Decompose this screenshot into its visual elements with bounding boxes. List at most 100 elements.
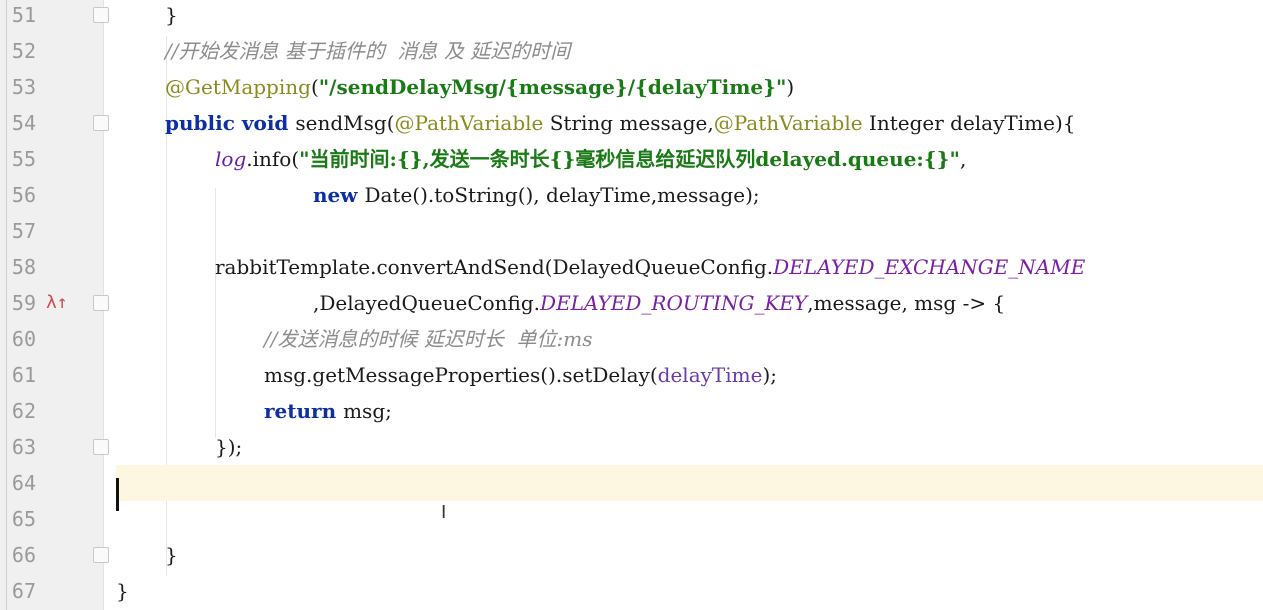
code-line[interactable]: 67}	[0, 573, 1263, 609]
code-line-content[interactable]: });	[116, 429, 1263, 465]
code-line-content[interactable]: rabbitTemplate.convertAndSend(DelayedQue…	[116, 249, 1263, 285]
code-line-content[interactable]: }	[116, 573, 1263, 609]
code-token: sendMsg(	[295, 111, 395, 135]
code-text: ,DelayedQueueConfig.DELAYED_ROUTING_KEY,…	[313, 285, 1005, 321]
code-line[interactable]: 66}	[0, 537, 1263, 573]
line-number: 52	[11, 39, 36, 63]
code-line-content[interactable]: //开始发消息 基于插件的 消息 及 延迟的时间	[116, 33, 1263, 69]
code-text: @GetMapping("/sendDelayMsg/{message}/{de…	[165, 69, 794, 105]
code-token: log	[215, 147, 247, 171]
mouse-ibeam-cursor-icon: I	[441, 502, 447, 523]
code-token: )	[786, 75, 795, 99]
code-text: }	[116, 573, 129, 609]
code-line[interactable]: 51}	[0, 0, 1263, 33]
code-text: new Date().toString(), delayTime,message…	[313, 177, 760, 213]
code-editor[interactable]: 51} 52 //开始发消息 基于插件的 消息 及 延迟的时间 53 @GetMappi…	[0, 0, 1263, 610]
code-token: @PathVariable	[713, 111, 863, 135]
code-token: delayTime	[657, 363, 763, 387]
code-line-content[interactable]: new Date().toString(), delayTime,message…	[116, 177, 1263, 213]
code-token: DELAYED_ROUTING_KEY	[540, 291, 808, 315]
line-number: 51	[11, 3, 36, 27]
line-number: 64	[11, 471, 36, 495]
fold-toggle-icon[interactable]	[93, 439, 109, 455]
code-line[interactable]: 62 return msg;	[0, 393, 1263, 429]
code-token: "当前时间:{},发送一条时长{}毫秒信息给延迟队列delayed.queue:…	[299, 147, 960, 171]
code-line[interactable]: 65	[0, 501, 1263, 537]
code-line-content[interactable]: log.info("当前时间:{},发送一条时长{}毫秒信息给延迟队列delay…	[116, 141, 1263, 177]
code-token: .info(	[246, 147, 300, 171]
line-number: 60	[11, 327, 36, 351]
line-number: 67	[11, 579, 36, 603]
code-token: public	[165, 111, 242, 135]
code-token: void	[241, 111, 296, 135]
code-line-content[interactable]: }	[116, 0, 1263, 33]
fold-toggle-icon[interactable]	[93, 7, 109, 23]
line-number: 57	[11, 219, 36, 243]
code-line[interactable]: 54 public void sendMsg(@PathVariable Stri…	[0, 105, 1263, 141]
code-token: }	[165, 543, 178, 567]
fold-toggle-icon[interactable]	[93, 295, 109, 311]
code-text: log.info("当前时间:{},发送一条时长{}毫秒信息给延迟队列delay…	[215, 141, 966, 177]
code-line[interactable]: 59 λ↑ ,DelayedQueueConfig.DELAYED_ROUTING_…	[0, 285, 1263, 321]
code-token: rabbitTemplate.convertAndSend(DelayedQue…	[215, 255, 774, 279]
code-line[interactable]: 57	[0, 213, 1263, 249]
code-line[interactable]: 64	[0, 465, 1263, 501]
code-token: return	[264, 399, 344, 423]
code-line-content[interactable]: //发送消息的时候 延迟时长 单位:ms	[116, 321, 1263, 357]
line-number: 54	[11, 111, 36, 135]
code-line-content[interactable]: return msg;	[116, 393, 1263, 429]
code-line[interactable]: 52 //开始发消息 基于插件的 消息 及 延迟的时间	[0, 33, 1263, 69]
code-line[interactable]: 58 rabbitTemplate.convertAndSend(DelayedQ…	[0, 249, 1263, 285]
code-line-content[interactable]	[116, 501, 1263, 537]
code-text: rabbitTemplate.convertAndSend(DelayedQue…	[215, 249, 1085, 285]
code-line-content[interactable]: }	[116, 537, 1263, 573]
line-number: 63	[11, 435, 36, 459]
code-line[interactable]: 56 new Date().toString(), delayTime,messa…	[0, 177, 1263, 213]
code-line-content[interactable]: @GetMapping("/sendDelayMsg/{message}/{de…	[116, 69, 1263, 105]
code-token: "/sendDelayMsg/{message}/{delayTime}"	[318, 75, 787, 99]
fold-toggle-icon[interactable]	[93, 547, 109, 563]
code-token: ,DelayedQueueConfig.	[313, 291, 541, 315]
code-token: @GetMapping	[165, 75, 311, 99]
code-token: ,	[959, 147, 967, 171]
code-token: (	[310, 75, 319, 99]
code-text: //开始发消息 基于插件的 消息 及 延迟的时间	[165, 33, 570, 69]
code-token: @PathVariable	[394, 111, 544, 135]
code-token: Date().toString(), delayTime,message);	[364, 183, 760, 207]
line-number: 62	[11, 399, 36, 423]
code-text: }	[165, 537, 178, 573]
code-token: new	[313, 183, 365, 207]
code-line[interactable]: 60 //发送消息的时候 延迟时长 单位:ms	[0, 321, 1263, 357]
code-line[interactable]: 61 msg.getMessageProperties().setDelay(de…	[0, 357, 1263, 393]
line-number: 65	[11, 507, 36, 531]
code-line-content[interactable]: public void sendMsg(@PathVariable String…	[116, 105, 1263, 141]
code-line-content[interactable]	[116, 465, 1263, 501]
code-token: msg;	[343, 399, 392, 423]
code-token: }	[165, 3, 178, 27]
code-token: ,message, msg -> {	[807, 291, 1006, 315]
line-number: 55	[11, 147, 36, 171]
code-text: msg.getMessageProperties().setDelay(dela…	[264, 357, 777, 393]
fold-toggle-icon[interactable]	[93, 115, 109, 131]
text-caret	[116, 478, 119, 511]
code-token: });	[215, 435, 243, 459]
code-text: public void sendMsg(@PathVariable String…	[165, 105, 1075, 141]
code-text: }	[165, 0, 178, 33]
line-number: 56	[11, 183, 36, 207]
code-token: //开始发消息 基于插件的 消息 及 延迟的时间	[165, 39, 571, 63]
code-token: msg.getMessageProperties().setDelay(	[264, 363, 658, 387]
code-token: Integer delayTime){	[862, 111, 1076, 135]
code-text: //发送消息的时候 延迟时长 单位:ms	[264, 321, 593, 357]
code-line[interactable]: 63});	[0, 429, 1263, 465]
code-line-content[interactable]: ,DelayedQueueConfig.DELAYED_ROUTING_KEY,…	[116, 285, 1263, 321]
line-number: 66	[11, 543, 36, 567]
code-line[interactable]: 55 log.info("当前时间:{},发送一条时长{}毫秒信息给延迟队列del…	[0, 141, 1263, 177]
code-token: DELAYED_EXCHANGE_NAME	[773, 255, 1086, 279]
line-number: 59	[11, 291, 36, 315]
code-line[interactable]: 53 @GetMapping("/sendDelayMsg/{message}/{…	[0, 69, 1263, 105]
code-text: return msg;	[264, 393, 392, 429]
code-line-content[interactable]: msg.getMessageProperties().setDelay(dela…	[116, 357, 1263, 393]
lambda-override-up-icon[interactable]: λ↑	[46, 291, 74, 315]
code-line-content[interactable]	[116, 213, 1263, 249]
code-token: String message,	[543, 111, 714, 135]
